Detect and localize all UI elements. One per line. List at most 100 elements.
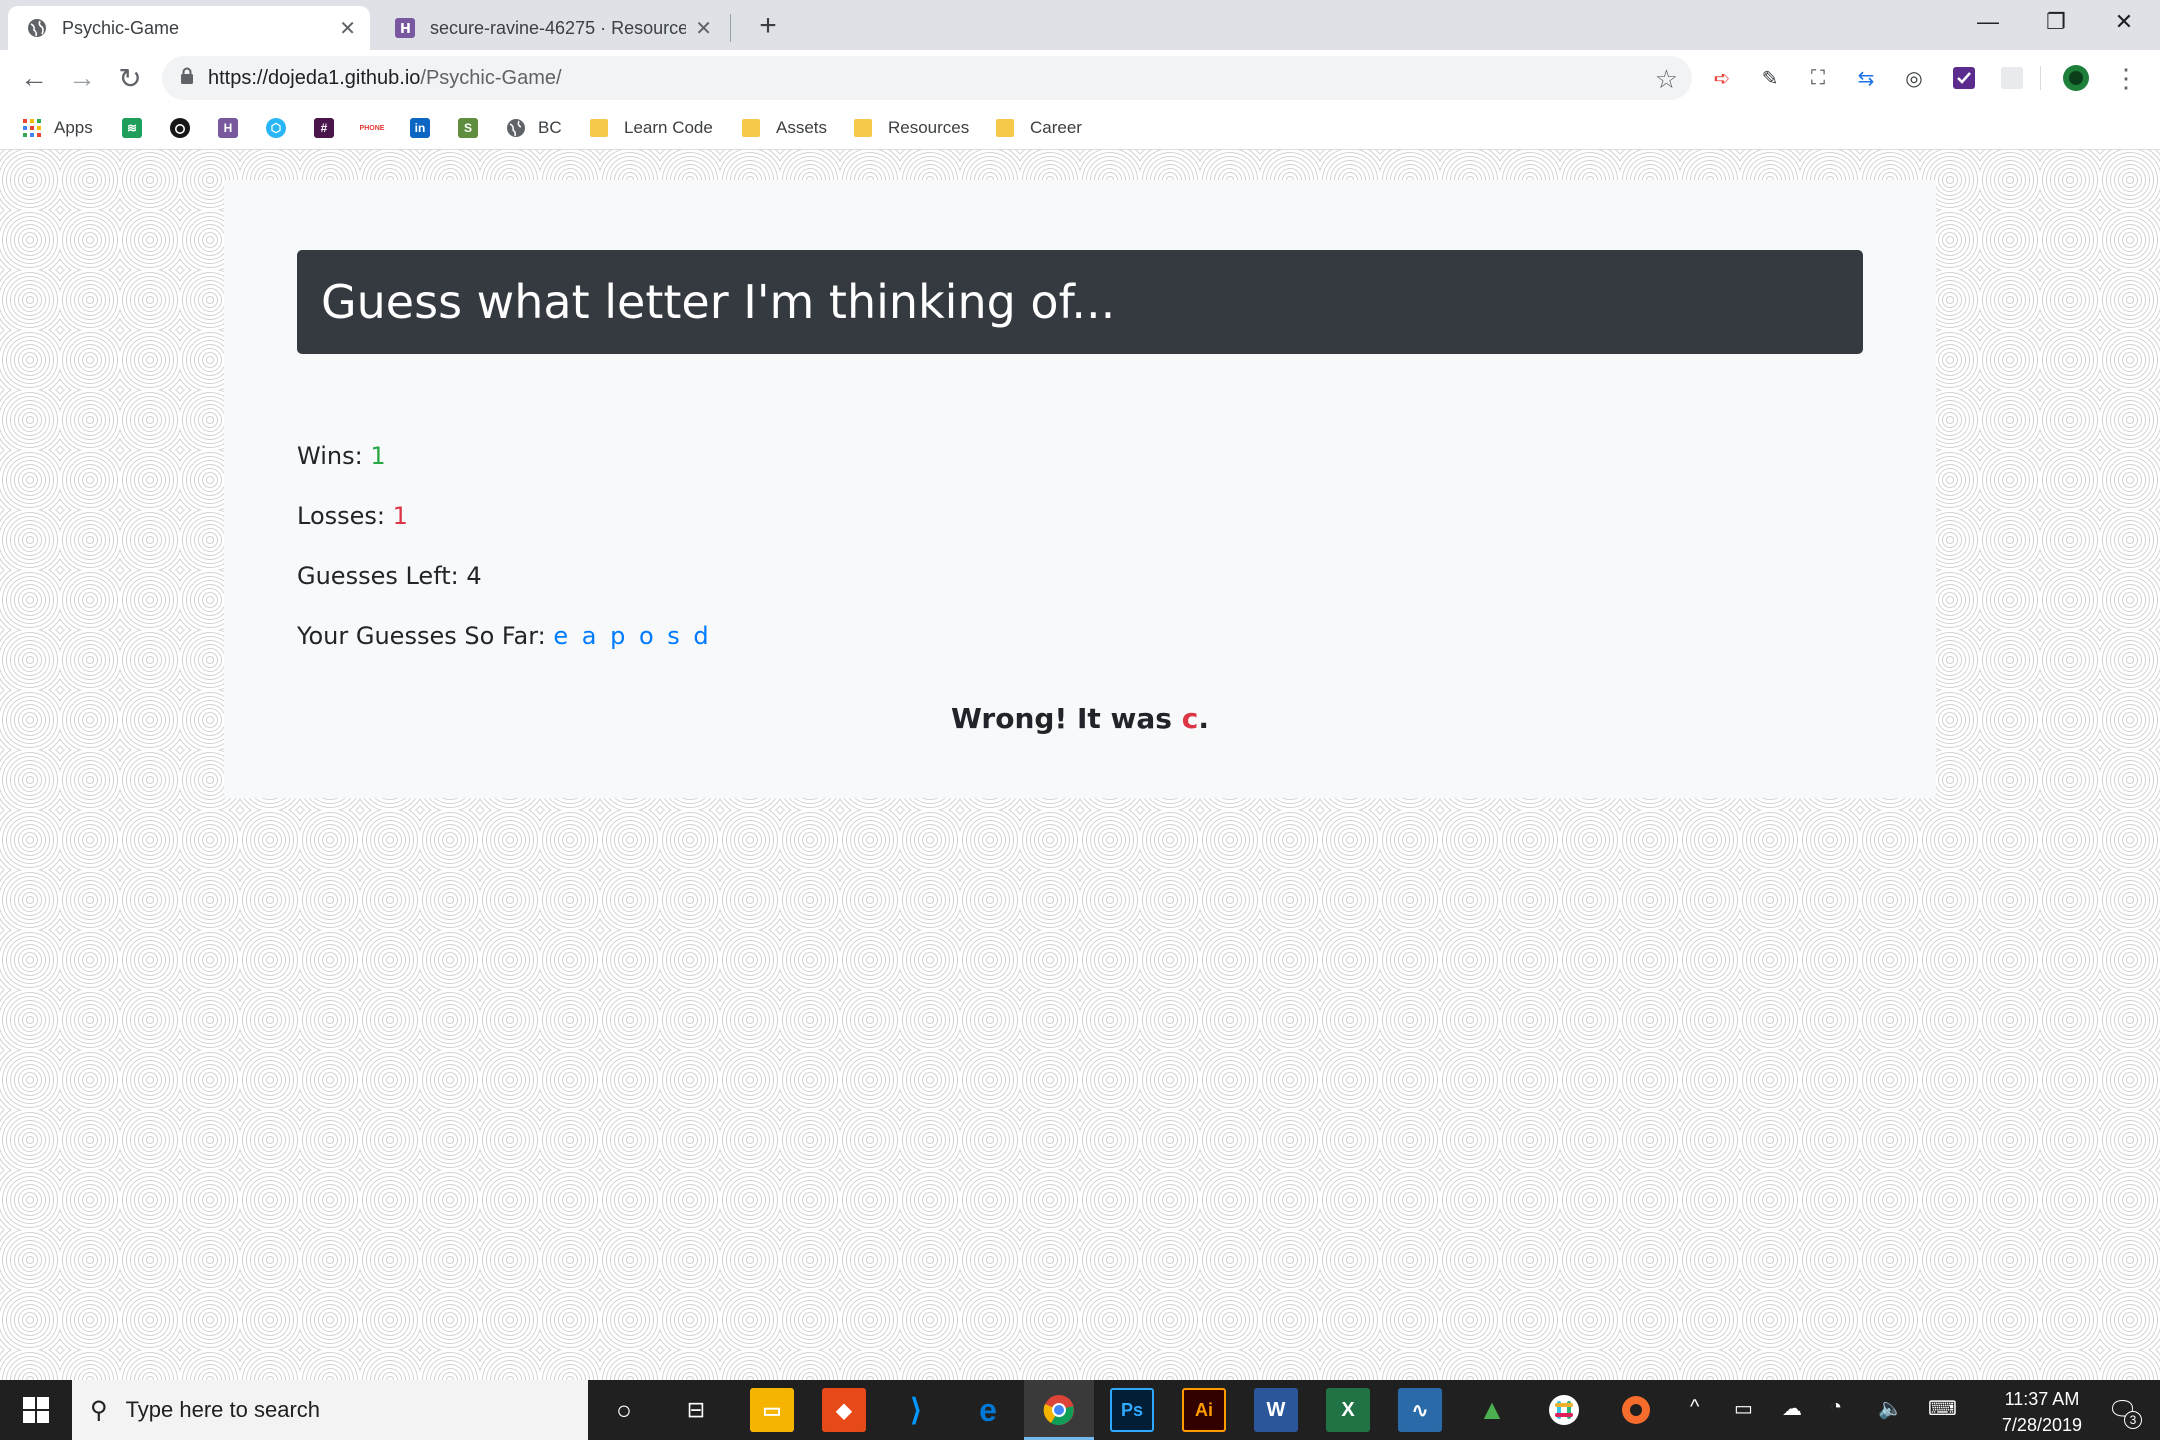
tray-chevron-icon[interactable]: ^ — [1690, 1396, 1699, 1419]
bookmark-label: Learn Code — [624, 118, 713, 137]
origin-icon[interactable] — [1614, 1388, 1658, 1432]
tab-label: Psychic-Game — [62, 17, 180, 38]
vscode-icon[interactable]: ⟩ — [894, 1388, 938, 1432]
bookmark-label: Career — [1030, 118, 1082, 137]
taskbar-search-box[interactable]: ⚲ Type here to search — [72, 1380, 588, 1440]
bookmark-folder-resources[interactable]: Resources — [854, 114, 969, 142]
guesses-so-far-value: e a p o s d — [553, 622, 712, 650]
bookmark-star-icon[interactable]: ☆ — [1655, 64, 1678, 95]
bookmark-bc[interactable]: BC — [506, 114, 562, 142]
heroku-icon: H — [394, 17, 416, 39]
url-path: /Psychic-Game/ — [420, 66, 562, 89]
robo3t-icon[interactable]: ▲ — [1470, 1388, 1514, 1432]
task-view-icon[interactable]: ⊟ — [674, 1388, 718, 1432]
bookmark-label: Resources — [888, 118, 970, 137]
result-prefix: Wrong! It was — [951, 702, 1172, 735]
extension-arrows-icon[interactable]: ⇆ — [1852, 64, 1880, 92]
windows-start-icon[interactable] — [0, 1380, 72, 1440]
page-title: Guess what letter I'm thinking of... — [321, 275, 1116, 329]
profile-avatar[interactable] — [2062, 64, 2090, 92]
tab-secure-ravine[interactable]: H secure-ravine-46275 · Resources ✕ — [376, 6, 726, 50]
guesses-left-value: 4 — [466, 562, 482, 590]
close-tab-icon[interactable]: ✕ — [339, 16, 356, 41]
folder-icon — [854, 119, 872, 137]
system-clock[interactable]: 11:37 AM 7/28/2019 — [2002, 1386, 2082, 1438]
envato-icon: ≋ — [122, 118, 142, 138]
keyboard-icon[interactable]: ⌨ — [1928, 1396, 1957, 1421]
toolbar-divider — [2040, 66, 2041, 90]
address-bar[interactable]: https://dojeda1.github.io/Psychic-Game/ … — [162, 56, 1692, 100]
tab-psychic-game[interactable]: Psychic-Game ✕ — [8, 6, 370, 50]
guesses-so-far-label: Your Guesses So Far: — [297, 622, 546, 650]
url-host: https://dojeda1.github.io — [208, 66, 421, 89]
notification-count-badge: 3 — [2124, 1411, 2142, 1429]
battery-icon[interactable]: ▭ — [1734, 1396, 1753, 1421]
excel-icon[interactable]: X — [1326, 1388, 1370, 1432]
close-tab-icon[interactable]: ✕ — [695, 16, 712, 41]
extension-cast-icon[interactable]: ➪ — [1708, 64, 1736, 92]
guesses-left-label: Guesses Left: — [297, 562, 459, 590]
bookmark-label: BC — [538, 118, 562, 137]
extension-blank-icon[interactable] — [1998, 64, 2026, 92]
restore-button[interactable]: ❐ — [2022, 0, 2090, 44]
bookmark-slack[interactable]: # — [314, 114, 346, 142]
globe-icon — [26, 17, 48, 39]
volume-icon[interactable]: 🔈 — [1878, 1396, 1903, 1421]
browser-toolbar: ← → ↻ https://dojeda1.github.io/Psychic-… — [0, 50, 2160, 106]
forward-arrow-icon[interactable]: → — [62, 58, 102, 98]
bookmark-codepen[interactable]: ≋ — [122, 114, 154, 142]
losses-label: Losses: — [297, 502, 385, 530]
result-message: Wrong! It was c. — [224, 702, 1936, 735]
notifications-icon[interactable]: 🗨 3 — [2108, 1396, 2142, 1429]
bookmark-hexagon[interactable]: ⬡ — [266, 114, 298, 142]
wins-label: Wins: — [297, 442, 363, 470]
file-explorer-icon[interactable]: ▭ — [750, 1388, 794, 1432]
guesses-left-stat: Guesses Left: 4 — [297, 562, 482, 590]
github-icon — [170, 118, 190, 138]
chrome-icon[interactable] — [1037, 1388, 1081, 1432]
bookmark-folder-career[interactable]: Career — [996, 114, 1082, 142]
clock-date: 7/28/2019 — [2001, 1415, 2082, 1435]
extension-check-icon[interactable] — [1950, 64, 1978, 92]
bookmark-folder-learn-code[interactable]: Learn Code — [590, 114, 713, 142]
tab-label: secure-ravine-46275 · Resources — [430, 17, 686, 38]
cortana-icon[interactable]: ○ — [602, 1388, 646, 1432]
losses-stat: Losses: 1 — [297, 502, 408, 530]
minimize-button[interactable]: — — [1954, 0, 2022, 44]
new-tab-button[interactable]: + — [748, 6, 788, 46]
result-suffix: . — [1198, 702, 1209, 735]
wifi-icon[interactable]: ◔ — [1830, 1396, 1842, 1419]
gitkraken-icon[interactable]: ◆ — [822, 1388, 866, 1432]
back-arrow-icon[interactable]: ← — [14, 58, 54, 98]
bookmark-label: Assets — [776, 118, 828, 137]
bookmark-folder-assets[interactable]: Assets — [742, 114, 827, 142]
extension-braces-icon[interactable]: ◎ — [1900, 64, 1928, 92]
globe-icon — [506, 118, 526, 138]
apps-grid-icon — [22, 118, 42, 138]
photoshop-icon[interactable]: Ps — [1110, 1388, 1154, 1432]
bookmark-linkedin[interactable]: in — [410, 114, 442, 142]
bookmark-label: Apps — [54, 118, 93, 137]
reload-icon[interactable]: ↻ — [110, 58, 150, 98]
slack-icon[interactable] — [1542, 1388, 1586, 1432]
edge-icon[interactable]: e — [966, 1388, 1010, 1432]
wins-value: 1 — [370, 442, 386, 470]
illustrator-icon[interactable]: Ai — [1182, 1388, 1226, 1432]
menu-kebab-icon[interactable]: ⋮ — [2112, 63, 2140, 93]
bookmarks-bar: Apps ≋ H ⬡ # PHONE in S BC Learn Code As… — [0, 106, 2160, 150]
word-icon[interactable]: W — [1254, 1388, 1298, 1432]
bookmark-heroku[interactable]: H — [218, 114, 250, 142]
bookmark-phone[interactable]: PHONE — [360, 114, 394, 142]
extension-eyedropper-icon[interactable]: ✎ — [1756, 64, 1784, 92]
onedrive-icon[interactable]: ☁ — [1782, 1396, 1802, 1421]
page-background: Guess what letter I'm thinking of... Win… — [0, 150, 2160, 1380]
windows-taskbar: ⚲ Type here to search ○ ⊟ ▭ ◆ ⟩ e Ps Ai … — [0, 1380, 2160, 1440]
title-banner: Guess what letter I'm thinking of... — [297, 250, 1863, 354]
bookmark-shopify[interactable]: S — [458, 114, 490, 142]
close-window-button[interactable]: ✕ — [2090, 0, 2158, 44]
extension-screenshot-icon[interactable]: ⛶ — [1804, 64, 1832, 92]
mysql-workbench-icon[interactable]: ∿ — [1398, 1388, 1442, 1432]
folder-icon — [742, 119, 760, 137]
bookmark-apps[interactable]: Apps — [22, 114, 93, 142]
bookmark-github[interactable] — [170, 114, 202, 142]
